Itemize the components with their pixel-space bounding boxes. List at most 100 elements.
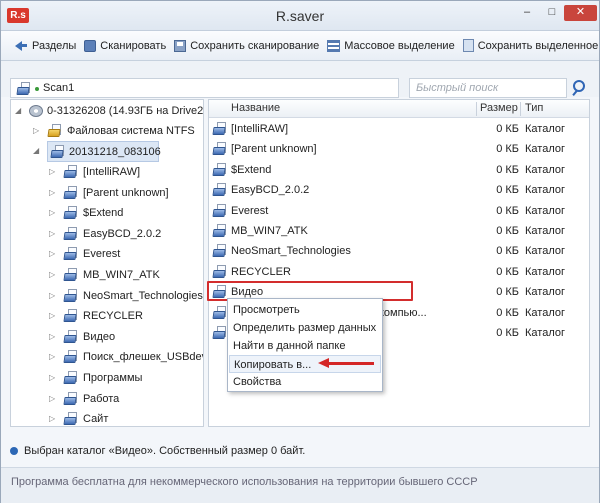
tree-item[interactable]: ▷ Работа xyxy=(11,389,203,409)
row-type: Каталог xyxy=(525,286,565,299)
folder-icon xyxy=(212,264,228,279)
collapsed-icon: ▷ xyxy=(49,290,56,300)
search-icon[interactable] xyxy=(569,78,589,98)
row-size: 0 КБ xyxy=(496,265,519,278)
tree-item[interactable]: ▷ Everest xyxy=(11,244,203,264)
collapsed-icon: ▷ xyxy=(49,270,56,279)
tree-item[interactable]: ▷ Сайт xyxy=(11,409,203,426)
list-row[interactable]: EasyBCD_2.0.2 0 КБ Каталог xyxy=(209,180,589,200)
list-row[interactable]: $Extend 0 КБ Каталог xyxy=(209,160,589,180)
expanded-icon: ◢ xyxy=(33,146,40,155)
maximize-button[interactable]: □ xyxy=(541,5,563,21)
collapsed-icon: ▷ xyxy=(49,393,56,403)
folder-icon xyxy=(63,329,79,344)
tree-item-label: Программы xyxy=(83,372,143,384)
tree-item-label: [Parent unknown] xyxy=(83,186,169,199)
scan-button[interactable]: Сканировать xyxy=(81,35,171,57)
row-type: Каталог xyxy=(525,163,565,176)
folder-icon xyxy=(63,185,79,200)
menu-item-find-in-folder[interactable]: Найти в данной папке xyxy=(229,337,381,355)
folder-icon xyxy=(212,244,228,258)
window-title: R.saver xyxy=(275,8,325,24)
row-name: Everest xyxy=(231,204,269,217)
column-type-header[interactable]: Тип xyxy=(525,102,543,114)
search-input[interactable]: Быстрый поиск xyxy=(409,78,567,98)
context-menu: Просмотреть Определить размер данных Най… xyxy=(227,298,383,392)
tree-root[interactable]: ◢ 0-31326208 (14.93ГБ на Drive2 xyxy=(11,101,203,121)
list-row[interactable]: NeoSmart_Technologies 0 КБ Каталог xyxy=(209,241,589,261)
tree-item-label: [IntelliRAW] xyxy=(83,166,141,178)
column-name-header[interactable]: Название xyxy=(231,102,280,114)
save-selected-button[interactable]: Сохранить выделенное xyxy=(460,35,600,57)
row-size: 0 КБ xyxy=(496,204,519,217)
tree-item-label: RECYCLER xyxy=(83,310,143,323)
folder-icon xyxy=(212,203,228,218)
menu-item-view[interactable]: Просмотреть xyxy=(229,301,381,319)
menu-item-data-size[interactable]: Определить размер данных xyxy=(229,319,381,337)
title-bar: R.s R.saver – □ ✕ xyxy=(1,1,599,31)
tree-item[interactable]: ▷ Видео xyxy=(11,327,203,347)
row-size: 0 КБ xyxy=(496,123,519,135)
row-type: Каталог xyxy=(525,225,565,237)
path-field[interactable]: Scan1 xyxy=(10,78,399,98)
tree-item[interactable]: ▷ EasyBCD_2.0.2 xyxy=(11,224,203,244)
collapsed-icon: ▷ xyxy=(49,167,56,176)
tree-item-label: Сайт xyxy=(83,413,109,426)
footer-text: Программа бесплатна для некоммерческого … xyxy=(11,476,478,488)
tree-item[interactable]: ▷ Поиск_флешек_USBdev xyxy=(11,347,203,367)
tree-item[interactable]: ▷ [Parent unknown] xyxy=(11,183,203,203)
list-row[interactable]: [Parent unknown] 0 КБ Каталог xyxy=(209,139,589,159)
tree-item[interactable]: ▷ RECYCLER xyxy=(11,306,203,326)
tree-scan-node[interactable]: 20131218_083106 xyxy=(47,141,161,162)
column-size-header[interactable]: Размер xyxy=(480,102,518,114)
row-size: 0 КБ xyxy=(496,225,519,237)
tree-filesystem[interactable]: ▷ Файловая система NTFS xyxy=(11,121,203,141)
toolbar: Разделы Сканировать Сохранить сканирован… xyxy=(1,31,599,61)
folder-tree[interactable]: ◢ 0-31326208 (14.93ГБ на Drive2 ▷ Файлов… xyxy=(10,99,204,427)
minimize-button[interactable]: – xyxy=(516,5,538,21)
folder-icon xyxy=(63,350,79,364)
tree-item[interactable]: ▷ Программы xyxy=(11,368,203,388)
folder-icon xyxy=(63,391,79,406)
collapsed-icon: ▷ xyxy=(49,373,56,382)
partitions-button[interactable]: Разделы xyxy=(11,35,81,57)
filesystem-icon xyxy=(47,124,63,138)
row-type: Каталог xyxy=(525,265,565,278)
list-row[interactable]: MB_WIN7_ATK 0 КБ Каталог xyxy=(209,221,589,241)
collapsed-icon: ▷ xyxy=(49,208,56,218)
close-button[interactable]: ✕ xyxy=(564,5,597,21)
status-bar: Выбран каталог «Видео». Собственный разм… xyxy=(10,441,590,461)
tree-item[interactable]: ▷ MB_WIN7_ATK xyxy=(11,265,203,285)
collapsed-icon: ▷ xyxy=(49,249,56,259)
row-type: Каталог xyxy=(525,306,565,319)
save-scan-label: Сохранить сканирование xyxy=(190,39,320,52)
row-type: Каталог xyxy=(525,184,565,197)
row-type: Каталог xyxy=(525,123,565,135)
tree-item-label: Видео xyxy=(83,330,116,343)
row-size: 0 КБ xyxy=(496,327,519,339)
tree-item[interactable]: ▷ NeoSmart_Technologies xyxy=(11,286,203,306)
tree-item-label: $Extend xyxy=(83,207,124,220)
save-icon xyxy=(174,39,187,52)
back-arrow-icon xyxy=(14,39,28,52)
save-scan-button[interactable]: Сохранить сканирование xyxy=(171,35,324,57)
list-row[interactable]: [IntelliRAW] 0 КБ Каталог xyxy=(209,119,589,139)
list-row[interactable]: Everest 0 КБ Каталог xyxy=(209,201,589,221)
menu-item-properties[interactable]: Свойства xyxy=(229,373,381,391)
tree-root-label: 0-31326208 (14.93ГБ на Drive2 xyxy=(47,105,204,117)
footer: Программа бесплатна для некоммерческого … xyxy=(1,467,599,503)
folder-icon xyxy=(63,226,79,241)
folder-icon xyxy=(63,206,79,220)
folder-icon xyxy=(63,288,79,303)
tree-item-label: Поиск_флешек_USBdev xyxy=(83,351,204,364)
tree-item[interactable]: ▷ $Extend xyxy=(11,203,203,223)
status-text: Выбран каталог «Видео». Собственный разм… xyxy=(24,445,306,457)
disk-icon xyxy=(29,105,43,117)
mass-select-label: Массовое выделение xyxy=(344,39,455,52)
mass-select-button[interactable]: Массовое выделение xyxy=(324,35,459,57)
list-row[interactable]: RECYCLER 0 КБ Каталог xyxy=(209,262,589,282)
row-type: Каталог xyxy=(525,327,565,339)
tree-item[interactable]: ▷ [IntelliRAW] xyxy=(11,162,203,182)
row-type: Каталог xyxy=(525,204,565,217)
collapsed-icon: ▷ xyxy=(49,352,56,362)
